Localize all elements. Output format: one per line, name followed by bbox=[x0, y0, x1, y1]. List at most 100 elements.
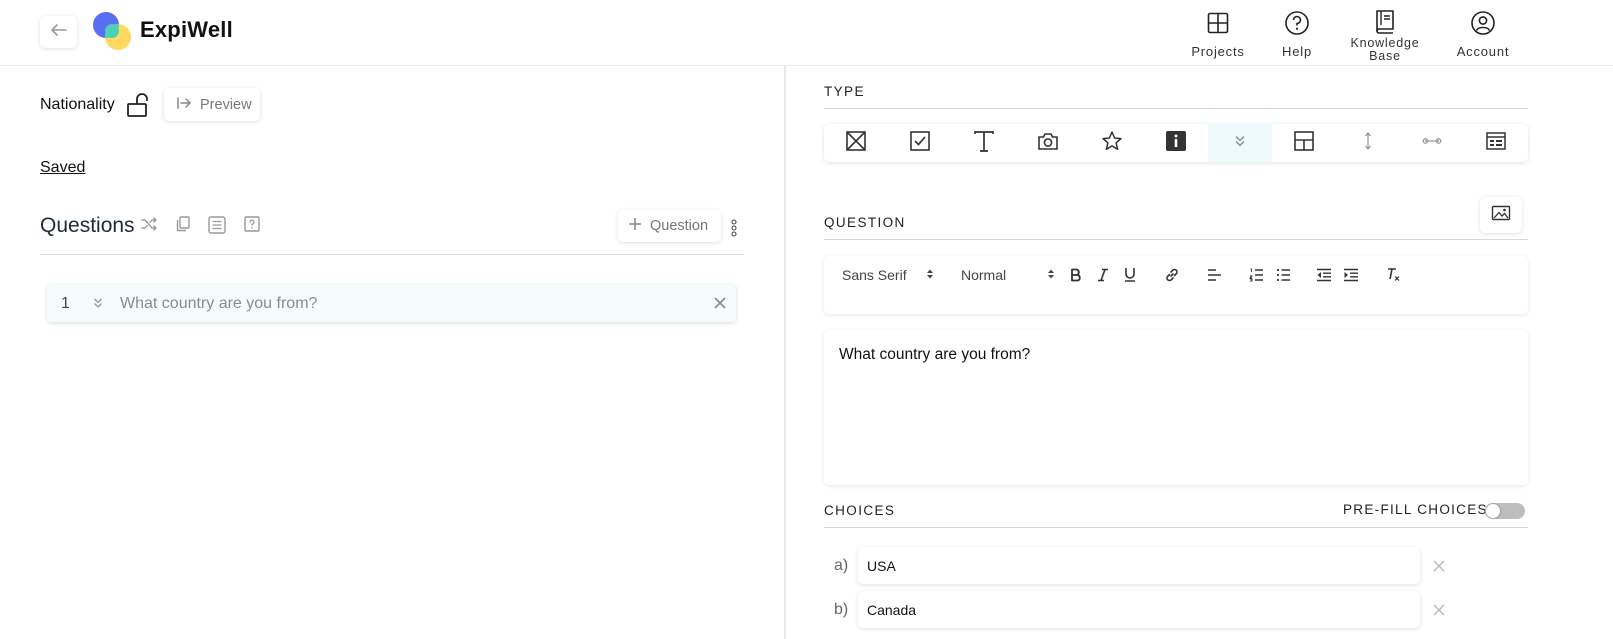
account-circle-icon bbox=[1470, 8, 1496, 38]
choice-letter: b) bbox=[834, 601, 849, 618]
bullet-list-icon bbox=[1276, 268, 1291, 287]
unlock-icon[interactable] bbox=[126, 92, 150, 123]
underline-button[interactable] bbox=[1119, 266, 1141, 288]
choice-input[interactable]: Canada bbox=[858, 591, 1420, 628]
top-header: ExpiWell Projects Help Knowledge Base Ac… bbox=[0, 0, 1613, 66]
chevron-double-down-icon[interactable] bbox=[93, 296, 103, 314]
bullet-list-button[interactable] bbox=[1272, 266, 1294, 288]
help-box-icon[interactable] bbox=[243, 215, 261, 238]
list-text-icon[interactable] bbox=[207, 215, 227, 240]
type-grid-button[interactable] bbox=[1272, 124, 1336, 162]
info-icon bbox=[1165, 130, 1187, 157]
more-options-icon[interactable] bbox=[731, 219, 737, 242]
help-circle-icon bbox=[1284, 8, 1310, 38]
shuffle-icon[interactable] bbox=[140, 215, 158, 238]
nav-account-label: Account bbox=[1456, 44, 1510, 59]
remove-choice-icon[interactable] bbox=[1432, 603, 1446, 622]
question-number: 1 bbox=[61, 295, 70, 312]
nav-projects[interactable]: Projects bbox=[1173, 8, 1263, 59]
type-heading: TYPE bbox=[824, 84, 865, 99]
brand-name: ExpiWell bbox=[140, 17, 233, 42]
question-heading: QUESTION bbox=[824, 215, 906, 230]
question-rule bbox=[824, 239, 1528, 240]
prefill-choices-label: PRE-FILL CHOICES? bbox=[1343, 502, 1497, 517]
font-family-value: Sans Serif bbox=[842, 267, 907, 283]
nav-account[interactable]: Account bbox=[1438, 8, 1528, 59]
font-family-select[interactable]: Sans Serif bbox=[842, 267, 934, 283]
question-row[interactable]: 1 What country are you from? bbox=[47, 285, 736, 322]
outdent-button[interactable] bbox=[1313, 266, 1335, 288]
nav-knowledge-label-line2: Base bbox=[1369, 49, 1401, 63]
question-type-bar bbox=[824, 124, 1528, 162]
back-arrow-icon bbox=[50, 23, 68, 42]
type-text-button[interactable] bbox=[952, 124, 1016, 162]
plus-icon bbox=[628, 217, 642, 235]
type-rule bbox=[824, 108, 1528, 109]
close-icon[interactable] bbox=[713, 296, 727, 315]
dropdown-icon bbox=[1234, 134, 1246, 153]
prefill-choices-toggle[interactable] bbox=[1485, 503, 1525, 519]
link-button[interactable] bbox=[1161, 266, 1183, 288]
type-dropdown-button[interactable] bbox=[1208, 124, 1272, 162]
link-icon bbox=[1164, 267, 1180, 288]
nav-knowledge-label-line1: Knowledge bbox=[1350, 36, 1420, 50]
remove-choice-icon[interactable] bbox=[1432, 559, 1446, 578]
image-icon bbox=[1491, 205, 1511, 226]
type-info-button[interactable] bbox=[1144, 124, 1208, 162]
preview-label: Preview bbox=[200, 96, 252, 113]
insert-image-button[interactable] bbox=[1480, 197, 1522, 233]
nav-help[interactable]: Help bbox=[1252, 8, 1342, 59]
type-single-choice-button[interactable] bbox=[824, 124, 888, 162]
question-editor[interactable]: What country are you from? bbox=[824, 330, 1528, 485]
type-form-button[interactable] bbox=[1464, 124, 1528, 162]
clear-format-button[interactable] bbox=[1382, 266, 1404, 288]
nav-projects-label: Projects bbox=[1191, 44, 1245, 59]
questions-divider bbox=[40, 254, 744, 255]
add-question-button[interactable]: Question bbox=[618, 210, 721, 242]
ordered-list-button[interactable] bbox=[1245, 266, 1267, 288]
nav-help-label: Help bbox=[1282, 44, 1312, 59]
align-left-button[interactable] bbox=[1203, 266, 1225, 288]
type-checkbox-button[interactable] bbox=[888, 124, 952, 162]
underline-icon bbox=[1123, 267, 1137, 287]
type-vertical-slider-button[interactable] bbox=[1336, 124, 1400, 162]
question-text: What country are you from? bbox=[120, 295, 318, 312]
text-icon bbox=[973, 130, 995, 157]
italic-icon bbox=[1096, 268, 1110, 287]
add-question-label: Question bbox=[650, 218, 709, 234]
indent-icon bbox=[1343, 268, 1359, 287]
grid-icon bbox=[1293, 130, 1315, 157]
vertical-slider-icon bbox=[1362, 131, 1374, 156]
nav-knowledge-base[interactable]: Knowledge Base bbox=[1340, 6, 1430, 62]
bold-icon bbox=[1069, 268, 1083, 287]
outdent-icon bbox=[1316, 268, 1332, 287]
checkbox-icon bbox=[909, 130, 931, 157]
choice-input[interactable]: USA bbox=[858, 547, 1420, 584]
choices-heading: CHOICES bbox=[824, 503, 896, 518]
clear-format-icon bbox=[1385, 267, 1401, 287]
bold-button[interactable] bbox=[1065, 266, 1087, 288]
back-button[interactable] bbox=[40, 16, 77, 48]
preview-button[interactable]: Preview bbox=[164, 88, 260, 121]
single-choice-icon bbox=[845, 130, 867, 157]
horizontal-slider-icon bbox=[1422, 134, 1442, 152]
copy-icon[interactable] bbox=[174, 215, 192, 238]
survey-title[interactable]: Nationality bbox=[40, 96, 115, 114]
ordered-list-icon bbox=[1248, 268, 1264, 287]
star-icon bbox=[1101, 130, 1123, 157]
updown-arrows-icon bbox=[926, 267, 934, 283]
updown-arrows-icon bbox=[1047, 267, 1055, 283]
type-photo-button[interactable] bbox=[1016, 124, 1080, 162]
choice-letter: a) bbox=[834, 557, 849, 574]
saved-status-link[interactable]: Saved bbox=[40, 159, 85, 177]
expiwell-logo-icon bbox=[92, 11, 134, 51]
type-horizontal-slider-button[interactable] bbox=[1400, 124, 1464, 162]
indent-button[interactable] bbox=[1340, 266, 1362, 288]
panel-divider[interactable] bbox=[784, 66, 786, 639]
font-size-select[interactable]: Normal bbox=[961, 267, 1055, 283]
align-left-icon bbox=[1207, 268, 1222, 287]
questions-heading: Questions bbox=[40, 214, 135, 237]
italic-button[interactable] bbox=[1092, 266, 1114, 288]
book-icon bbox=[1374, 6, 1396, 36]
type-rating-button[interactable] bbox=[1080, 124, 1144, 162]
